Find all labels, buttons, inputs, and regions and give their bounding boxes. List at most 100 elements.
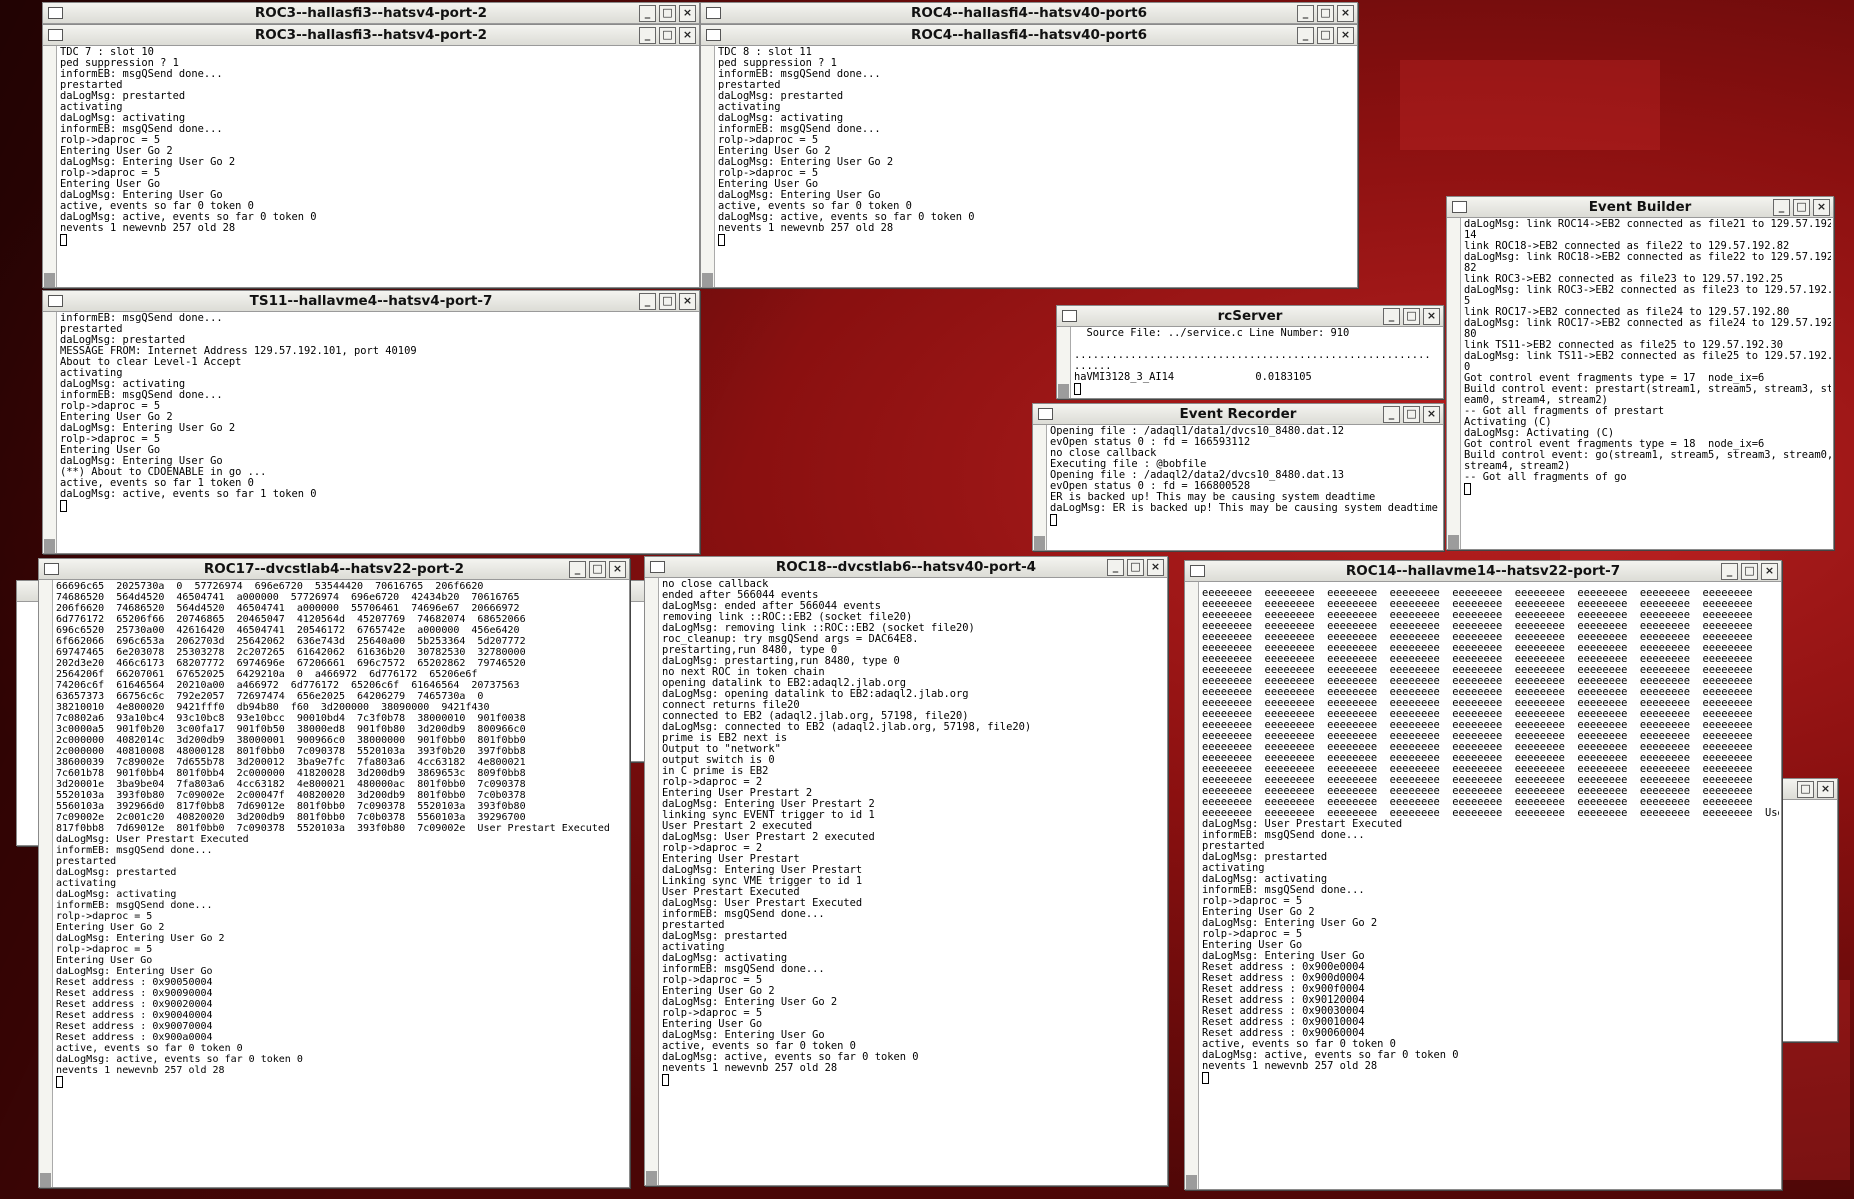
title-bar[interactable]: TS11--hallavme4--hatsv4-port-7 _ □ × — [43, 291, 699, 312]
window-menu-icon[interactable] — [1452, 201, 1467, 213]
scrollbar-thumb[interactable] — [1058, 384, 1069, 398]
maximize-button[interactable]: □ — [1403, 308, 1420, 325]
scrollbar-thumb[interactable] — [44, 273, 55, 287]
scrollbar[interactable] — [1447, 218, 1461, 549]
close-button[interactable]: × — [1761, 563, 1778, 580]
maximize-button[interactable]: □ — [659, 27, 676, 44]
window-menu-icon[interactable] — [1062, 310, 1077, 322]
window-menu-icon[interactable] — [48, 7, 63, 19]
close-button[interactable]: × — [679, 293, 696, 310]
scrollbar-thumb[interactable] — [44, 539, 55, 553]
close-button[interactable]: × — [1817, 781, 1834, 798]
scrollbar[interactable] — [645, 578, 659, 1185]
terminal-output[interactable]: 66696c65 2025730a 0 57726974 696e6720 53… — [56, 581, 627, 1187]
terminal-output[interactable]: daLogMsg: link ROC14->EB2 connected as f… — [1464, 219, 1831, 549]
terminal-window-roc4[interactable]: ROC4--hallasfi4--hatsv40-port6 _ □ × TDC 8… — [700, 24, 1358, 288]
close-button[interactable]: × — [1337, 5, 1354, 22]
window-menu-icon[interactable] — [706, 29, 721, 41]
title-bar[interactable]: ROC3--hallasfi3--hatsv4-port-2 _ □ × — [43, 25, 699, 46]
terminal-window-roc17[interactable]: ROC17--dvcstlab4--hatsv22-port-2 _ □ × 666… — [38, 558, 630, 1188]
terminal-output[interactable]: eeeeeeee eeeeeeee eeeeeeee eeeeeeee eeee… — [1202, 588, 1779, 1189]
rcserver-window[interactable]: rcServer _ □ × Source File: ../service.c L… — [1056, 305, 1444, 399]
event-builder-window[interactable]: Event Builder _ □ × daLogMsg: link ROC14->… — [1446, 196, 1834, 550]
maximize-button[interactable]: □ — [1403, 406, 1420, 423]
terminal-output[interactable]: TDC 7 : slot 10 ped suppression ? 1 inform… — [60, 47, 697, 287]
scrollbar-thumb[interactable] — [1448, 535, 1459, 549]
terminal-output[interactable]: TDC 8 : slot 11 ped suppression ? 1 inform… — [718, 47, 1355, 287]
title-bar[interactable]: ROC17--dvcstlab4--hatsv22-port-2 _ □ × — [39, 559, 629, 580]
scrollbar[interactable] — [43, 46, 57, 287]
title-bar[interactable]: ROC3--hallasfi3--hatsv4-port-2 _ □ × — [43, 3, 699, 24]
scrollbar[interactable] — [43, 312, 57, 553]
terminal-output[interactable]: Source File: ../service.c Line Number: 9… — [1074, 328, 1441, 398]
minimize-button[interactable]: _ — [639, 5, 656, 22]
maximize-button[interactable]: □ — [1127, 559, 1144, 576]
maximize-button[interactable]: □ — [1793, 199, 1810, 216]
title-bar[interactable]: Event Builder _ □ × — [1447, 197, 1833, 218]
close-button[interactable]: × — [1423, 406, 1440, 423]
background-window-right[interactable]: □ × — [1780, 778, 1838, 1042]
terminal-window-roc14[interactable]: ROC14--hallavme14--hatsv22-port-7 _ □ × ee… — [1184, 560, 1782, 1190]
terminal-window-roc18[interactable]: ROC18--dvcstlab6--hatsv40-port-4 _ □ × no … — [644, 556, 1168, 1186]
output-line: 3c0000a5 901f0b20 3c00fa17 901f0b50 3800… — [56, 724, 526, 735]
close-button[interactable]: × — [1813, 199, 1830, 216]
scrollbar[interactable] — [1033, 425, 1047, 550]
window-menu-icon[interactable] — [1038, 408, 1053, 420]
scrollbar[interactable] — [39, 580, 53, 1187]
title-bar[interactable]: ROC4--hallasfi4--hatsv40-port6 _ □ × — [701, 25, 1357, 46]
minimize-button[interactable]: _ — [1383, 406, 1400, 423]
minimize-button[interactable]: _ — [1297, 27, 1314, 44]
terminal-output[interactable]: informEB: msgQSend done... prestarted daLo… — [60, 313, 697, 553]
scrollbar-thumb[interactable] — [1186, 1175, 1197, 1189]
maximize-button[interactable]: □ — [1317, 5, 1334, 22]
close-button[interactable]: × — [679, 27, 696, 44]
window-menu-icon[interactable] — [650, 561, 665, 573]
close-button[interactable]: × — [609, 561, 626, 578]
terminal-output[interactable]: no close callback ended after 566044 even… — [662, 579, 1165, 1185]
minimize-button[interactable]: _ — [639, 293, 656, 310]
maximize-button[interactable]: □ — [589, 561, 606, 578]
scrollbar-thumb[interactable] — [40, 1173, 51, 1187]
close-button[interactable]: × — [679, 5, 696, 22]
event-recorder-window[interactable]: Event Recorder _ □ × Opening file : /adaql… — [1032, 403, 1444, 551]
maximize-button[interactable]: □ — [1317, 27, 1334, 44]
maximize-button[interactable]: □ — [1741, 563, 1758, 580]
minimize-button[interactable]: _ — [1297, 5, 1314, 22]
minimize-button[interactable]: _ — [639, 27, 656, 44]
minimize-button[interactable]: _ — [569, 561, 586, 578]
title-bar[interactable]: ROC14--hallavme14--hatsv22-port-7 _ □ × — [1185, 561, 1781, 582]
scrollbar[interactable] — [1057, 327, 1071, 398]
window-menu-icon[interactable] — [48, 295, 63, 307]
window-menu-icon[interactable] — [48, 29, 63, 41]
title-bar[interactable]: ROC4--hallasfi4--hatsv40-port6 _ □ × — [701, 3, 1357, 24]
scrollbar[interactable] — [1185, 582, 1199, 1189]
terminal-window-roc4-back[interactable]: ROC4--hallasfi4--hatsv40-port6 _ □ × — [700, 2, 1358, 26]
terminal-output[interactable]: Opening file : /adaql1/data1/dvcs10_8480… — [1050, 426, 1441, 550]
close-button[interactable]: × — [1337, 27, 1354, 44]
minimize-button[interactable]: _ — [1721, 563, 1738, 580]
output-line: Reset address : 0x90070004 — [56, 1021, 213, 1032]
close-button[interactable]: × — [1147, 559, 1164, 576]
window-menu-icon[interactable] — [1190, 565, 1205, 577]
maximize-button[interactable]: □ — [659, 5, 676, 22]
title-bar[interactable]: rcServer _ □ × — [1057, 306, 1443, 327]
title-bar[interactable]: □ × — [1781, 779, 1837, 800]
output-line: nevents 1 newevnb 257 old 28 — [60, 222, 236, 234]
window-menu-icon[interactable] — [44, 563, 59, 575]
title-bar[interactable]: Event Recorder _ □ × — [1033, 404, 1443, 425]
terminal-window-roc3-back[interactable]: ROC3--hallasfi3--hatsv4-port-2 _ □ × — [42, 2, 700, 26]
scrollbar-thumb[interactable] — [1034, 536, 1045, 550]
minimize-button[interactable]: _ — [1773, 199, 1790, 216]
maximize-button[interactable]: □ — [1797, 781, 1814, 798]
terminal-window-ts11[interactable]: TS11--hallavme4--hatsv4-port-7 _ □ × infor… — [42, 290, 700, 554]
close-button[interactable]: × — [1423, 308, 1440, 325]
title-bar[interactable]: ROC18--dvcstlab6--hatsv40-port-4 _ □ × — [645, 557, 1167, 578]
terminal-window-roc3[interactable]: ROC3--hallasfi3--hatsv4-port-2 _ □ × TDC 7… — [42, 24, 700, 288]
scrollbar-thumb[interactable] — [702, 273, 713, 287]
minimize-button[interactable]: _ — [1383, 308, 1400, 325]
window-menu-icon[interactable] — [706, 7, 721, 19]
maximize-button[interactable]: □ — [659, 293, 676, 310]
minimize-button[interactable]: _ — [1107, 559, 1124, 576]
scrollbar-thumb[interactable] — [646, 1171, 657, 1185]
scrollbar[interactable] — [701, 46, 715, 287]
